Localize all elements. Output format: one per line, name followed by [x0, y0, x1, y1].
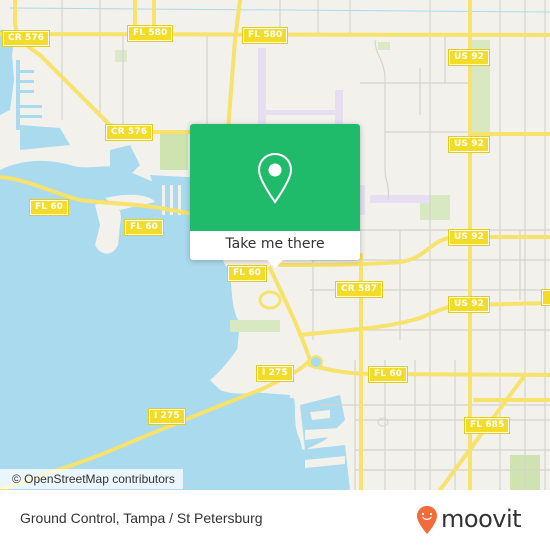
- interchange: [258, 290, 282, 310]
- road-label-i275: I 275: [256, 365, 294, 382]
- road-label-fl60: FL 60: [28, 199, 70, 216]
- road-label-fl580: FL 580: [241, 27, 289, 44]
- road-label-fl580: FL 580: [126, 25, 174, 42]
- road-label-us92: US 92: [448, 136, 490, 153]
- map-attribution[interactable]: © OpenStreetMap contributors: [0, 469, 183, 489]
- popup-tail: [267, 260, 283, 268]
- location-popup: Take me there: [190, 124, 360, 268]
- road-label-us92: US 92: [448, 49, 490, 66]
- moovit-wordmark: moovit: [441, 505, 522, 533]
- road-label-partial: [541, 289, 550, 306]
- place-title: Ground Control, Tampa / St Petersburg: [20, 510, 263, 526]
- road-label-us92: US 92: [448, 296, 490, 313]
- moovit-pin-icon: [417, 506, 437, 534]
- road-label-fl60: FL 60: [367, 366, 409, 383]
- moovit-logo[interactable]: moovit: [416, 500, 522, 540]
- footer: Ground Control, Tampa / St Petersburg mo…: [0, 490, 550, 550]
- park: [160, 130, 188, 170]
- road-label-i275: I 275: [148, 408, 186, 425]
- road-label-fl60: FL 60: [226, 265, 268, 282]
- take-me-there-button[interactable]: Take me there: [190, 231, 360, 260]
- road-label-cr587: CR 587: [334, 281, 384, 298]
- map[interactable]: CR 576 FL 580 FL 580 US 92 CR 576 US 92 …: [0, 0, 550, 490]
- road-label-fl60: FL 60: [123, 219, 165, 236]
- popup-header: [190, 124, 360, 231]
- map-pin-icon: [257, 152, 293, 204]
- road-label-fl685: FL 685: [463, 417, 511, 434]
- road-label-cr576: CR 576: [1, 30, 51, 47]
- road-label-us92: US 92: [448, 229, 490, 246]
- road-label-cr576: CR 576: [104, 124, 154, 141]
